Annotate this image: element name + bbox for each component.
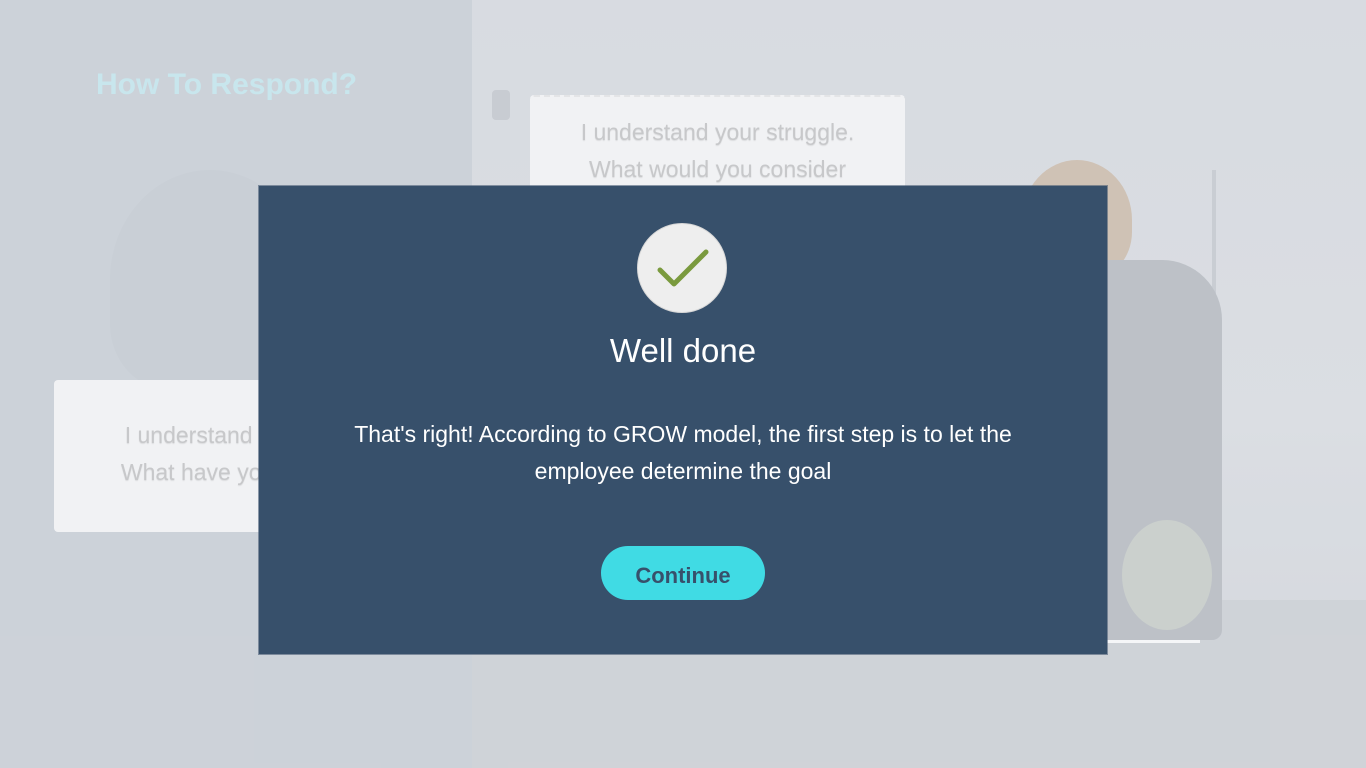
feedback-modal: Well done That's right! According to GRO… [259, 186, 1107, 654]
checkmark-icon [637, 223, 727, 313]
modal-message: That's right! According to GROW model, t… [354, 421, 1012, 484]
slide-stage: How To Respond? I understand your strugg… [0, 0, 1366, 768]
continue-button[interactable]: Continue [601, 546, 765, 600]
modal-title: Well done [609, 332, 757, 369]
